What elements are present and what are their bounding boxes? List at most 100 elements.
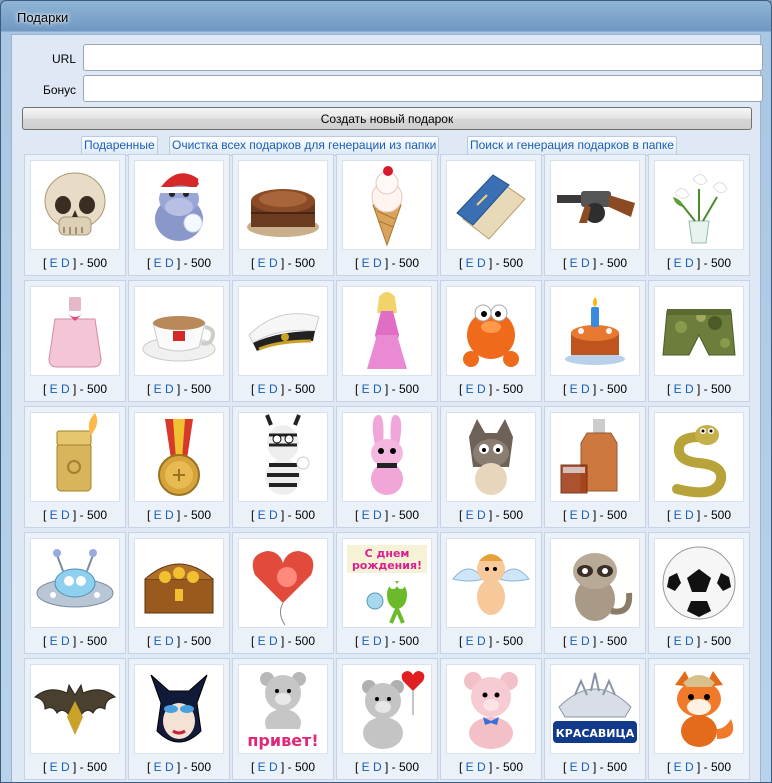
search-generate-button[interactable]: Поиск и генерация подарков в папке <box>467 136 677 156</box>
delete-link[interactable]: D <box>581 508 590 522</box>
cat-mask-icon[interactable] <box>134 664 224 754</box>
delete-link[interactable]: D <box>165 508 174 522</box>
delete-link[interactable]: D <box>581 760 590 774</box>
delete-link[interactable]: D <box>477 508 486 522</box>
delete-link[interactable]: D <box>685 508 694 522</box>
edit-link[interactable]: E <box>154 508 162 522</box>
delete-link[interactable]: D <box>477 256 486 270</box>
edit-link[interactable]: E <box>154 256 162 270</box>
delete-link[interactable]: D <box>373 760 382 774</box>
cupid-icon[interactable] <box>446 538 536 628</box>
delete-link[interactable]: D <box>477 760 486 774</box>
delete-link[interactable]: D <box>477 382 486 396</box>
edit-link[interactable]: E <box>258 508 266 522</box>
wolf-icon[interactable] <box>446 412 536 502</box>
medal-icon[interactable] <box>134 412 224 502</box>
delete-link[interactable]: D <box>269 256 278 270</box>
delete-link[interactable]: D <box>477 634 486 648</box>
edit-link[interactable]: E <box>362 508 370 522</box>
edit-link[interactable]: E <box>50 634 58 648</box>
edit-link[interactable]: E <box>258 760 266 774</box>
perfume-icon[interactable] <box>30 286 120 376</box>
edit-link[interactable]: E <box>258 256 266 270</box>
cake-icon[interactable] <box>238 160 328 250</box>
calla-vase-icon[interactable] <box>654 160 744 250</box>
teddy-heart-icon[interactable] <box>342 664 432 754</box>
delete-link[interactable]: D <box>165 256 174 270</box>
edit-link[interactable]: E <box>154 634 162 648</box>
edit-link[interactable]: E <box>258 382 266 396</box>
coffee-cup-icon[interactable] <box>134 286 224 376</box>
delete-link[interactable]: D <box>269 634 278 648</box>
delete-link[interactable]: D <box>61 634 70 648</box>
edit-link[interactable]: E <box>570 634 578 648</box>
delete-link[interactable]: D <box>269 382 278 396</box>
skull-icon[interactable] <box>30 160 120 250</box>
edit-link[interactable]: E <box>674 256 682 270</box>
pink-bear-icon[interactable] <box>446 664 536 754</box>
edit-link[interactable]: E <box>466 508 474 522</box>
edit-link[interactable]: E <box>674 760 682 774</box>
birthday-alien-icon[interactable]: С днем рождения! <box>342 538 432 628</box>
create-gift-button[interactable]: Создать новый подарок <box>22 107 752 130</box>
edit-link[interactable]: E <box>362 256 370 270</box>
edit-link[interactable]: E <box>50 382 58 396</box>
bat-icon[interactable] <box>30 664 120 754</box>
edit-link[interactable]: E <box>674 508 682 522</box>
edit-link[interactable]: E <box>466 382 474 396</box>
edit-link[interactable]: E <box>466 760 474 774</box>
ice-cream-icon[interactable] <box>342 160 432 250</box>
edit-link[interactable]: E <box>50 508 58 522</box>
delete-link[interactable]: D <box>581 382 590 396</box>
edit-link[interactable]: E <box>50 760 58 774</box>
gifted-button[interactable]: Подаренные <box>81 136 158 156</box>
edit-link[interactable]: E <box>466 256 474 270</box>
delete-link[interactable]: D <box>165 382 174 396</box>
fox-icon[interactable] <box>654 664 744 754</box>
camo-shorts-icon[interactable] <box>654 286 744 376</box>
delete-link[interactable]: D <box>373 508 382 522</box>
lighter-icon[interactable] <box>30 412 120 502</box>
edit-link[interactable]: E <box>674 634 682 648</box>
bonus-input[interactable] <box>83 75 763 102</box>
delete-link[interactable]: D <box>61 508 70 522</box>
delete-link[interactable]: D <box>685 760 694 774</box>
delete-link[interactable]: D <box>581 256 590 270</box>
delete-link[interactable]: D <box>373 634 382 648</box>
edit-link[interactable]: E <box>466 634 474 648</box>
tiara-icon[interactable]: КРАСАВИЦА <box>550 664 640 754</box>
delete-link[interactable]: D <box>61 382 70 396</box>
soccer-ball-icon[interactable] <box>654 538 744 628</box>
edit-link[interactable]: E <box>154 382 162 396</box>
edit-link[interactable]: E <box>570 760 578 774</box>
edit-link[interactable]: E <box>50 256 58 270</box>
doll-icon[interactable] <box>342 286 432 376</box>
delete-link[interactable]: D <box>61 760 70 774</box>
delete-link[interactable]: D <box>165 634 174 648</box>
zebra-icon[interactable] <box>238 412 328 502</box>
edit-link[interactable]: E <box>674 382 682 396</box>
edit-link[interactable]: E <box>362 634 370 648</box>
delete-link[interactable]: D <box>269 508 278 522</box>
passport-icon[interactable] <box>446 160 536 250</box>
navy-cap-icon[interactable] <box>238 286 328 376</box>
delete-link[interactable]: D <box>61 256 70 270</box>
url-input[interactable] <box>83 44 763 71</box>
edit-link[interactable]: E <box>570 382 578 396</box>
title-bar[interactable]: Подарки <box>1 1 771 33</box>
edit-link[interactable]: E <box>258 634 266 648</box>
delete-link[interactable]: D <box>685 382 694 396</box>
delete-link[interactable]: D <box>269 760 278 774</box>
heart-balloon-icon[interactable] <box>238 538 328 628</box>
bunny-icon[interactable] <box>342 412 432 502</box>
ufo-icon[interactable] <box>30 538 120 628</box>
orange-monster-icon[interactable] <box>446 286 536 376</box>
delete-link[interactable]: D <box>581 634 590 648</box>
edit-link[interactable]: E <box>362 760 370 774</box>
delete-link[interactable]: D <box>165 760 174 774</box>
treasure-chest-icon[interactable] <box>134 538 224 628</box>
edit-link[interactable]: E <box>154 760 162 774</box>
delete-link[interactable]: D <box>373 382 382 396</box>
birthday-cake-icon[interactable] <box>550 286 640 376</box>
raccoon-icon[interactable] <box>550 538 640 628</box>
